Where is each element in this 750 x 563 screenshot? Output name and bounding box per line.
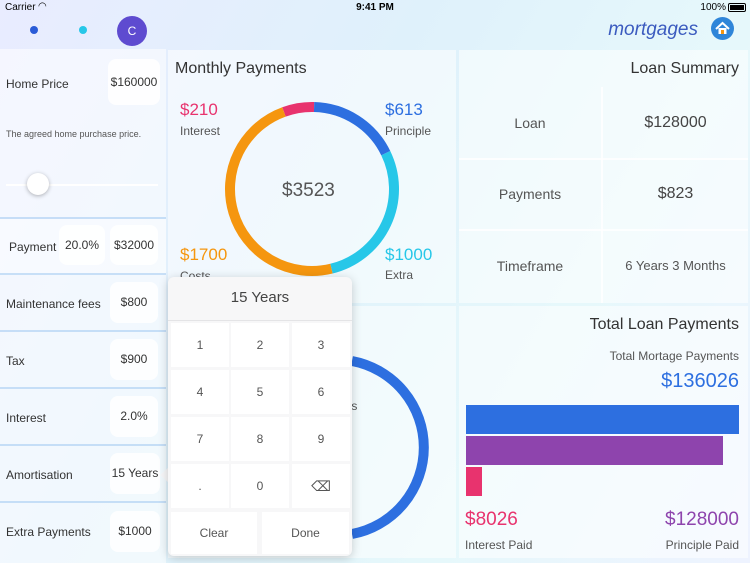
costs-amount: $1700 [180, 245, 228, 264]
loan-label: Loan [514, 115, 546, 131]
key-8[interactable]: 8 [231, 417, 289, 461]
interest-amount: $210 [180, 100, 218, 119]
total-loan-amount: $136026 [661, 370, 739, 392]
maintenance-row: Maintenance fees $800 [0, 275, 166, 332]
interest-bar [466, 467, 483, 496]
battery-percent: 100% [700, 2, 726, 13]
key-2[interactable]: 2 [231, 323, 289, 367]
home-button[interactable] [711, 17, 734, 40]
interest-paid-label: Interest Paid [465, 538, 533, 552]
key-4[interactable]: 4 [171, 370, 229, 414]
monthly-total: $3523 [282, 180, 335, 201]
interest-label: Interest [6, 411, 47, 425]
tax-field[interactable]: $900 [110, 339, 158, 380]
extra-amount: $1000 [385, 245, 433, 264]
app-brand: mortgages [608, 19, 698, 40]
tax-label: Tax [6, 354, 25, 368]
key-3[interactable]: 3 [292, 323, 350, 367]
principle-label: Principle [385, 124, 432, 138]
page-dot-2[interactable] [79, 26, 87, 34]
interest-arc [282, 102, 315, 117]
principle-paid-label: Principle Paid [665, 538, 739, 552]
home-price-slider-thumb[interactable] [27, 173, 49, 195]
battery-icon [728, 3, 746, 12]
total-loan-title: Total Loan Payments [589, 316, 739, 333]
key-7[interactable]: 7 [171, 417, 229, 461]
loan-summary-table: Loan $128000 Payments $823 Timeframe 6 Y… [459, 87, 748, 303]
amortisation-row: Amortisation 15 Years [0, 446, 166, 503]
inputs-panel: Home Price $160000 The agreed home purch… [0, 49, 166, 563]
monthly-donut [225, 102, 399, 276]
home-icon [715, 21, 730, 34]
timeframe-value: 6 Years 3 Months [625, 258, 726, 273]
principle-amount: $613 [385, 100, 423, 119]
interest-label: Interest [180, 124, 221, 138]
extra-payments-row: Extra Payments $1000 [0, 503, 166, 563]
interest-paid-amount: $8026 [465, 509, 518, 530]
key-1[interactable]: 1 [171, 323, 229, 367]
payments-label: Payments [498, 186, 562, 202]
home-price-field[interactable]: $160000 [108, 59, 160, 105]
loan-value: $128000 [644, 114, 707, 131]
home-price-row: Home Price $160000 The agreed home purch… [0, 49, 166, 219]
key-0[interactable]: 0 [231, 464, 289, 508]
loan-summary-panel: Loan Summary Loan $128000 Payments $823 … [459, 50, 748, 303]
payment-label: Payment [9, 240, 57, 254]
extra-payments-field[interactable]: $1000 [110, 511, 160, 552]
payment-amount-field[interactable]: $32000 [110, 225, 158, 265]
total-bar [466, 405, 739, 434]
principle-bar [466, 436, 723, 465]
amortisation-field[interactable]: 15 Years [110, 453, 160, 494]
home-price-hint: The agreed home purchase price. [6, 129, 142, 139]
maintenance-label: Maintenance fees [6, 297, 101, 311]
extra-label: Extra [385, 268, 414, 282]
done-button[interactable]: Done [262, 512, 349, 554]
tax-row: Tax $900 [0, 332, 166, 389]
payments-value: $823 [657, 185, 694, 202]
payment-row: Payment 20.0% $32000 [0, 219, 166, 275]
home-price-label: Home Price [6, 77, 69, 91]
status-bar: Carrier ◠ 9:41 PM 100% [0, 0, 750, 16]
key-5[interactable]: 5 [231, 370, 289, 414]
avatar[interactable]: C [117, 16, 147, 46]
total-loan-bars [466, 405, 739, 497]
total-loan-subtitle: Total Mortage Payments [609, 349, 739, 363]
interest-field[interactable]: 2.0% [110, 396, 158, 437]
clear-button[interactable]: Clear [171, 512, 257, 554]
amortisation-label: Amortisation [6, 468, 73, 482]
total-loan-payments-panel: Total Loan Payments Total Mortage Paymen… [459, 306, 748, 558]
monthly-payments-panel: Monthly Payments $3523 $210 Interest $61… [168, 50, 456, 303]
maintenance-field[interactable]: $800 [110, 282, 158, 323]
key-6[interactable]: 6 [292, 370, 350, 414]
amortisation-keypad: 15 Years 1 2 3 4 5 6 7 8 9 . 0 ⌫ Clear D… [168, 277, 352, 556]
principle-arc [313, 102, 391, 156]
key-9[interactable]: 9 [292, 417, 350, 461]
principle-paid-amount: $128000 [665, 509, 739, 530]
payment-percent-field[interactable]: 20.0% [59, 225, 105, 265]
timeframe-label: Timeframe [496, 258, 564, 274]
key-decimal[interactable]: . [171, 464, 229, 508]
backspace-icon[interactable]: ⌫ [292, 464, 350, 508]
top-bar: C mortgages [0, 16, 750, 48]
keypad-title: 15 Years [230, 289, 290, 306]
clock: 9:41 PM [356, 2, 394, 13]
interest-row: Interest 2.0% [0, 389, 166, 446]
loan-summary-title: Loan Summary [630, 60, 740, 77]
page-dot-1[interactable] [30, 26, 38, 34]
extra-payments-label: Extra Payments [6, 525, 91, 539]
